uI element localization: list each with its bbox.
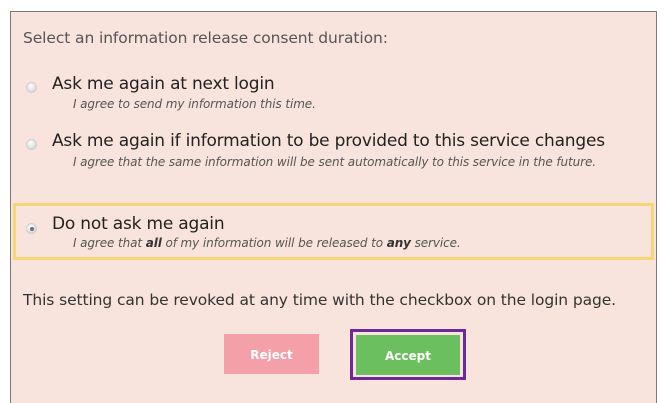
reject-button[interactable]: Reject <box>224 334 319 374</box>
emphasis-all: all <box>145 236 162 250</box>
option-description: I agree that the same information will b… <box>73 155 596 169</box>
consent-panel: Select an information release consent du… <box>10 11 657 403</box>
emphasis-any: any <box>386 236 411 250</box>
consent-heading: Select an information release consent du… <box>23 29 388 47</box>
radio-button[interactable] <box>26 82 37 93</box>
option-description: I agree to send my information this time… <box>73 97 316 111</box>
option-label[interactable]: Ask me again at next login <box>52 74 275 94</box>
radio-button[interactable] <box>26 139 37 150</box>
option-label[interactable]: Do not ask me again <box>52 214 225 234</box>
option-description: I agree that all of my information will … <box>73 236 461 250</box>
radio-button-selected[interactable] <box>26 223 37 234</box>
option-label[interactable]: Ask me again if information to be provid… <box>52 131 605 151</box>
accept-button[interactable]: Accept <box>356 335 460 375</box>
revoke-note: This setting can be revoked at any time … <box>23 291 616 309</box>
